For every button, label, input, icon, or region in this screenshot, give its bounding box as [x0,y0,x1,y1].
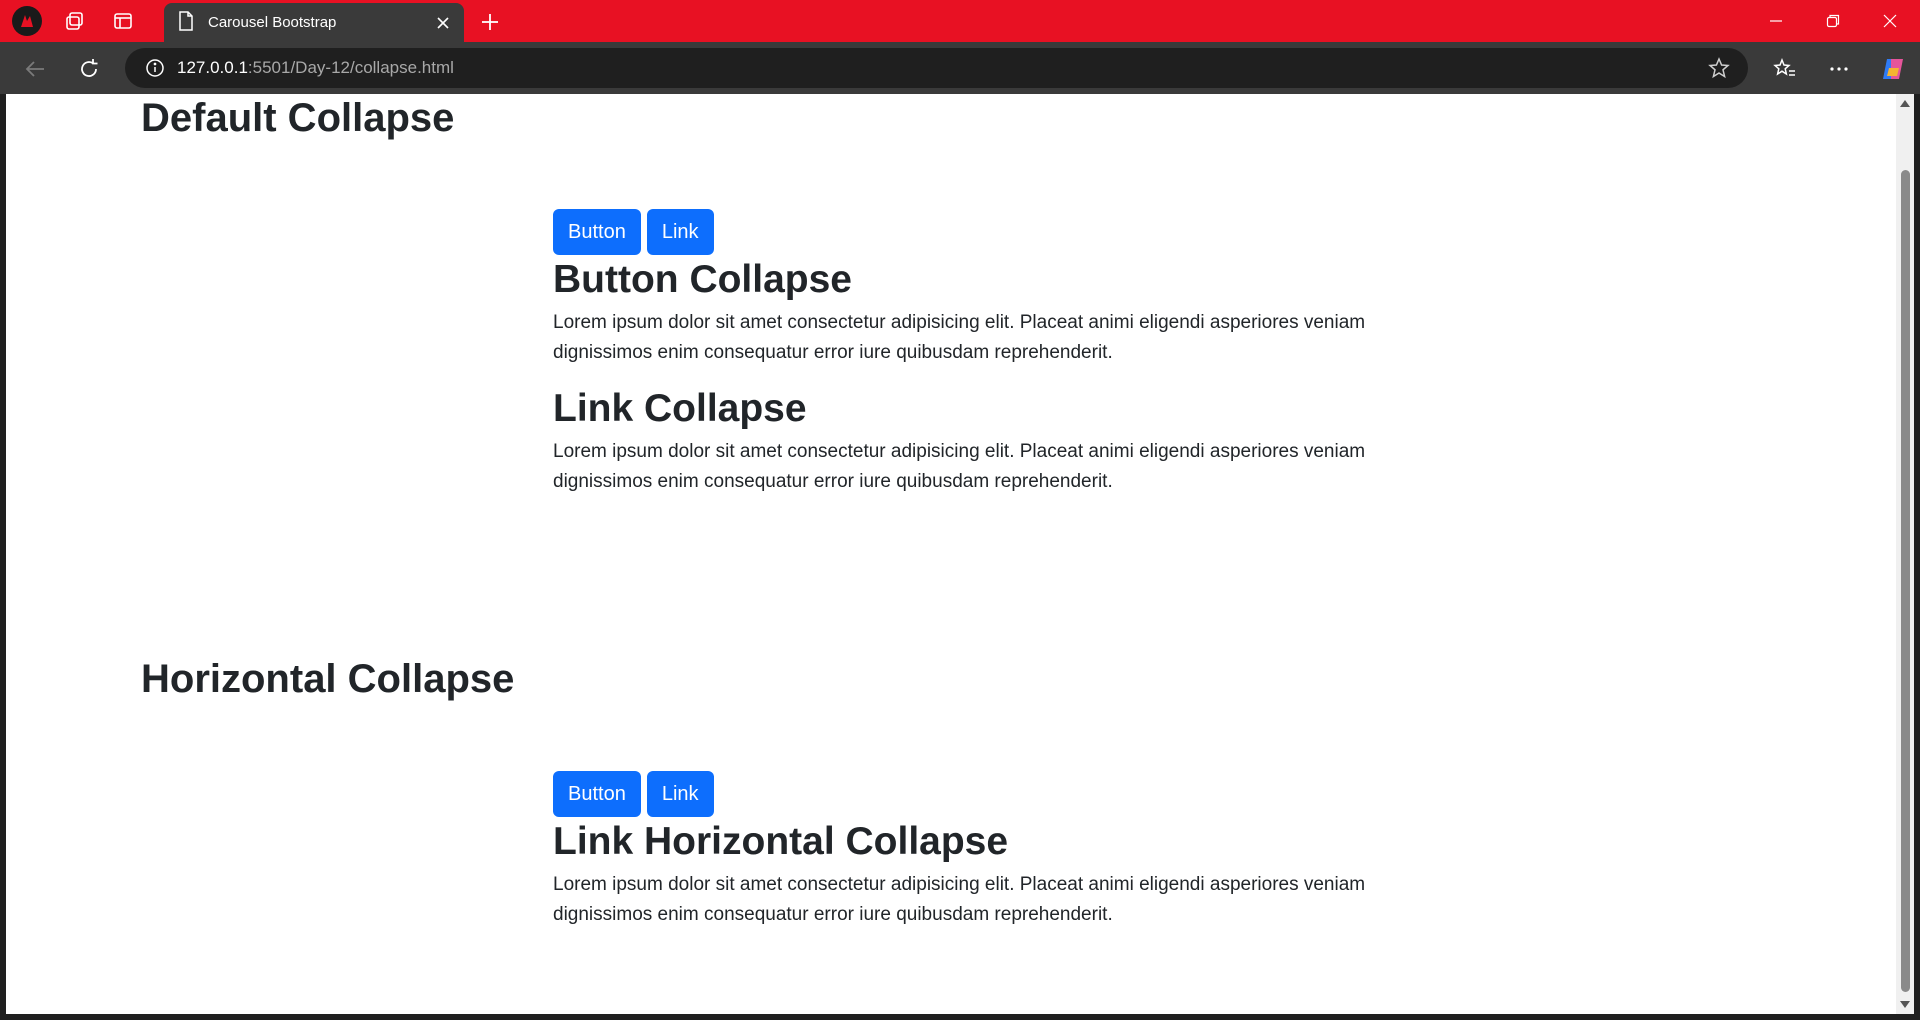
link-horizontal-collapse-title: Link Horizontal Collapse [553,820,1009,863]
horizontal-collapse-block: Button Link Link Horizontal Collapse Lor… [553,771,1373,930]
button-collapse-title: Button Collapse [553,258,852,301]
section-heading-default: Default Collapse [141,96,455,140]
button-collapse-text: Lorem ipsum dolor sit amet consectetur a… [553,311,1366,363]
back-button[interactable] [18,52,52,86]
more-icon [1830,67,1848,71]
plus-icon [482,14,498,30]
scroll-down-arrow-icon[interactable] [1900,1001,1910,1008]
tab-actions-button[interactable] [102,0,144,42]
back-arrow-icon [25,61,44,77]
address-bar[interactable]: 127.0.0.1:5501/Day-12/collapse.html [125,48,1748,88]
url-path: :5501/Day-12/collapse.html [247,58,454,77]
scrollbar-thumb[interactable] [1901,170,1910,992]
profile-button[interactable] [6,0,48,42]
vertical-tabs-icon [114,13,132,29]
copilot-button[interactable] [1876,52,1910,86]
button-collapse-card: Button Collapse Lorem ipsum dolor sit am… [553,257,1373,368]
url-text: 127.0.0.1:5501/Day-12/collapse.html [177,58,454,78]
link-horizontal-collapse-text: Lorem ipsum dolor sit amet consectetur a… [553,873,1366,925]
refresh-button[interactable] [72,52,106,86]
tab-carousel-bootstrap[interactable]: Carousel Bootstrap [164,3,464,42]
link-collapse-text: Lorem ipsum dolor sit amet consectetur a… [553,440,1366,492]
copilot-icon [1883,59,1903,79]
minimize-icon [1770,20,1782,22]
link-collapse-title: Link Collapse [553,386,807,430]
new-tab-button[interactable] [474,6,506,38]
document-icon [178,10,194,35]
link-horizontal-collapse-card: Link Horizontal Collapse Lorem ipsum dol… [553,819,1373,930]
tab-close-icon[interactable] [428,8,458,38]
horizontal-button-toggle[interactable]: Button [553,771,641,817]
more-options-button[interactable] [1822,52,1856,86]
url-host: 127.0.0.1 [177,58,248,77]
horizontal-collapse-buttons: Button Link [553,771,1373,817]
scroll-up-arrow-icon[interactable] [1900,100,1910,107]
site-info-icon[interactable] [145,58,165,78]
profile-avatar [12,6,42,36]
close-icon [1883,14,1897,28]
vertical-scrollbar[interactable] [1896,94,1914,1014]
link-collapse-card: Link Collapse Lorem ipsum dolor sit amet… [553,386,1373,497]
workspaces-button[interactable] [54,0,96,42]
workspaces-icon [66,12,83,30]
favorites-list-icon [1773,58,1795,76]
close-window-button[interactable] [1862,0,1918,42]
refresh-icon [81,59,98,77]
tab-title: Carousel Bootstrap [208,14,337,31]
default-collapse-block: Button Link Button Collapse Lorem ipsum … [553,209,1373,497]
favorite-star-icon[interactable] [1708,57,1730,79]
link-collapse-toggle[interactable]: Link [646,209,714,255]
section-heading-horizontal: Horizontal Collapse [141,657,515,701]
button-collapse-toggle[interactable]: Button [553,209,641,255]
restore-button[interactable] [1805,0,1861,42]
restore-icon [1826,14,1840,28]
navigation-bar: 127.0.0.1:5501/Day-12/collapse.html [0,42,1920,94]
favorites-button[interactable] [1768,52,1802,86]
default-collapse-buttons: Button Link [553,209,1373,255]
page-viewport: Default Collapse Button Link Button Coll… [6,94,1896,1014]
minimize-button[interactable] [1748,0,1804,42]
title-bar: Carousel Bootstrap [0,0,1920,42]
horizontal-link-toggle[interactable]: Link [646,771,714,817]
